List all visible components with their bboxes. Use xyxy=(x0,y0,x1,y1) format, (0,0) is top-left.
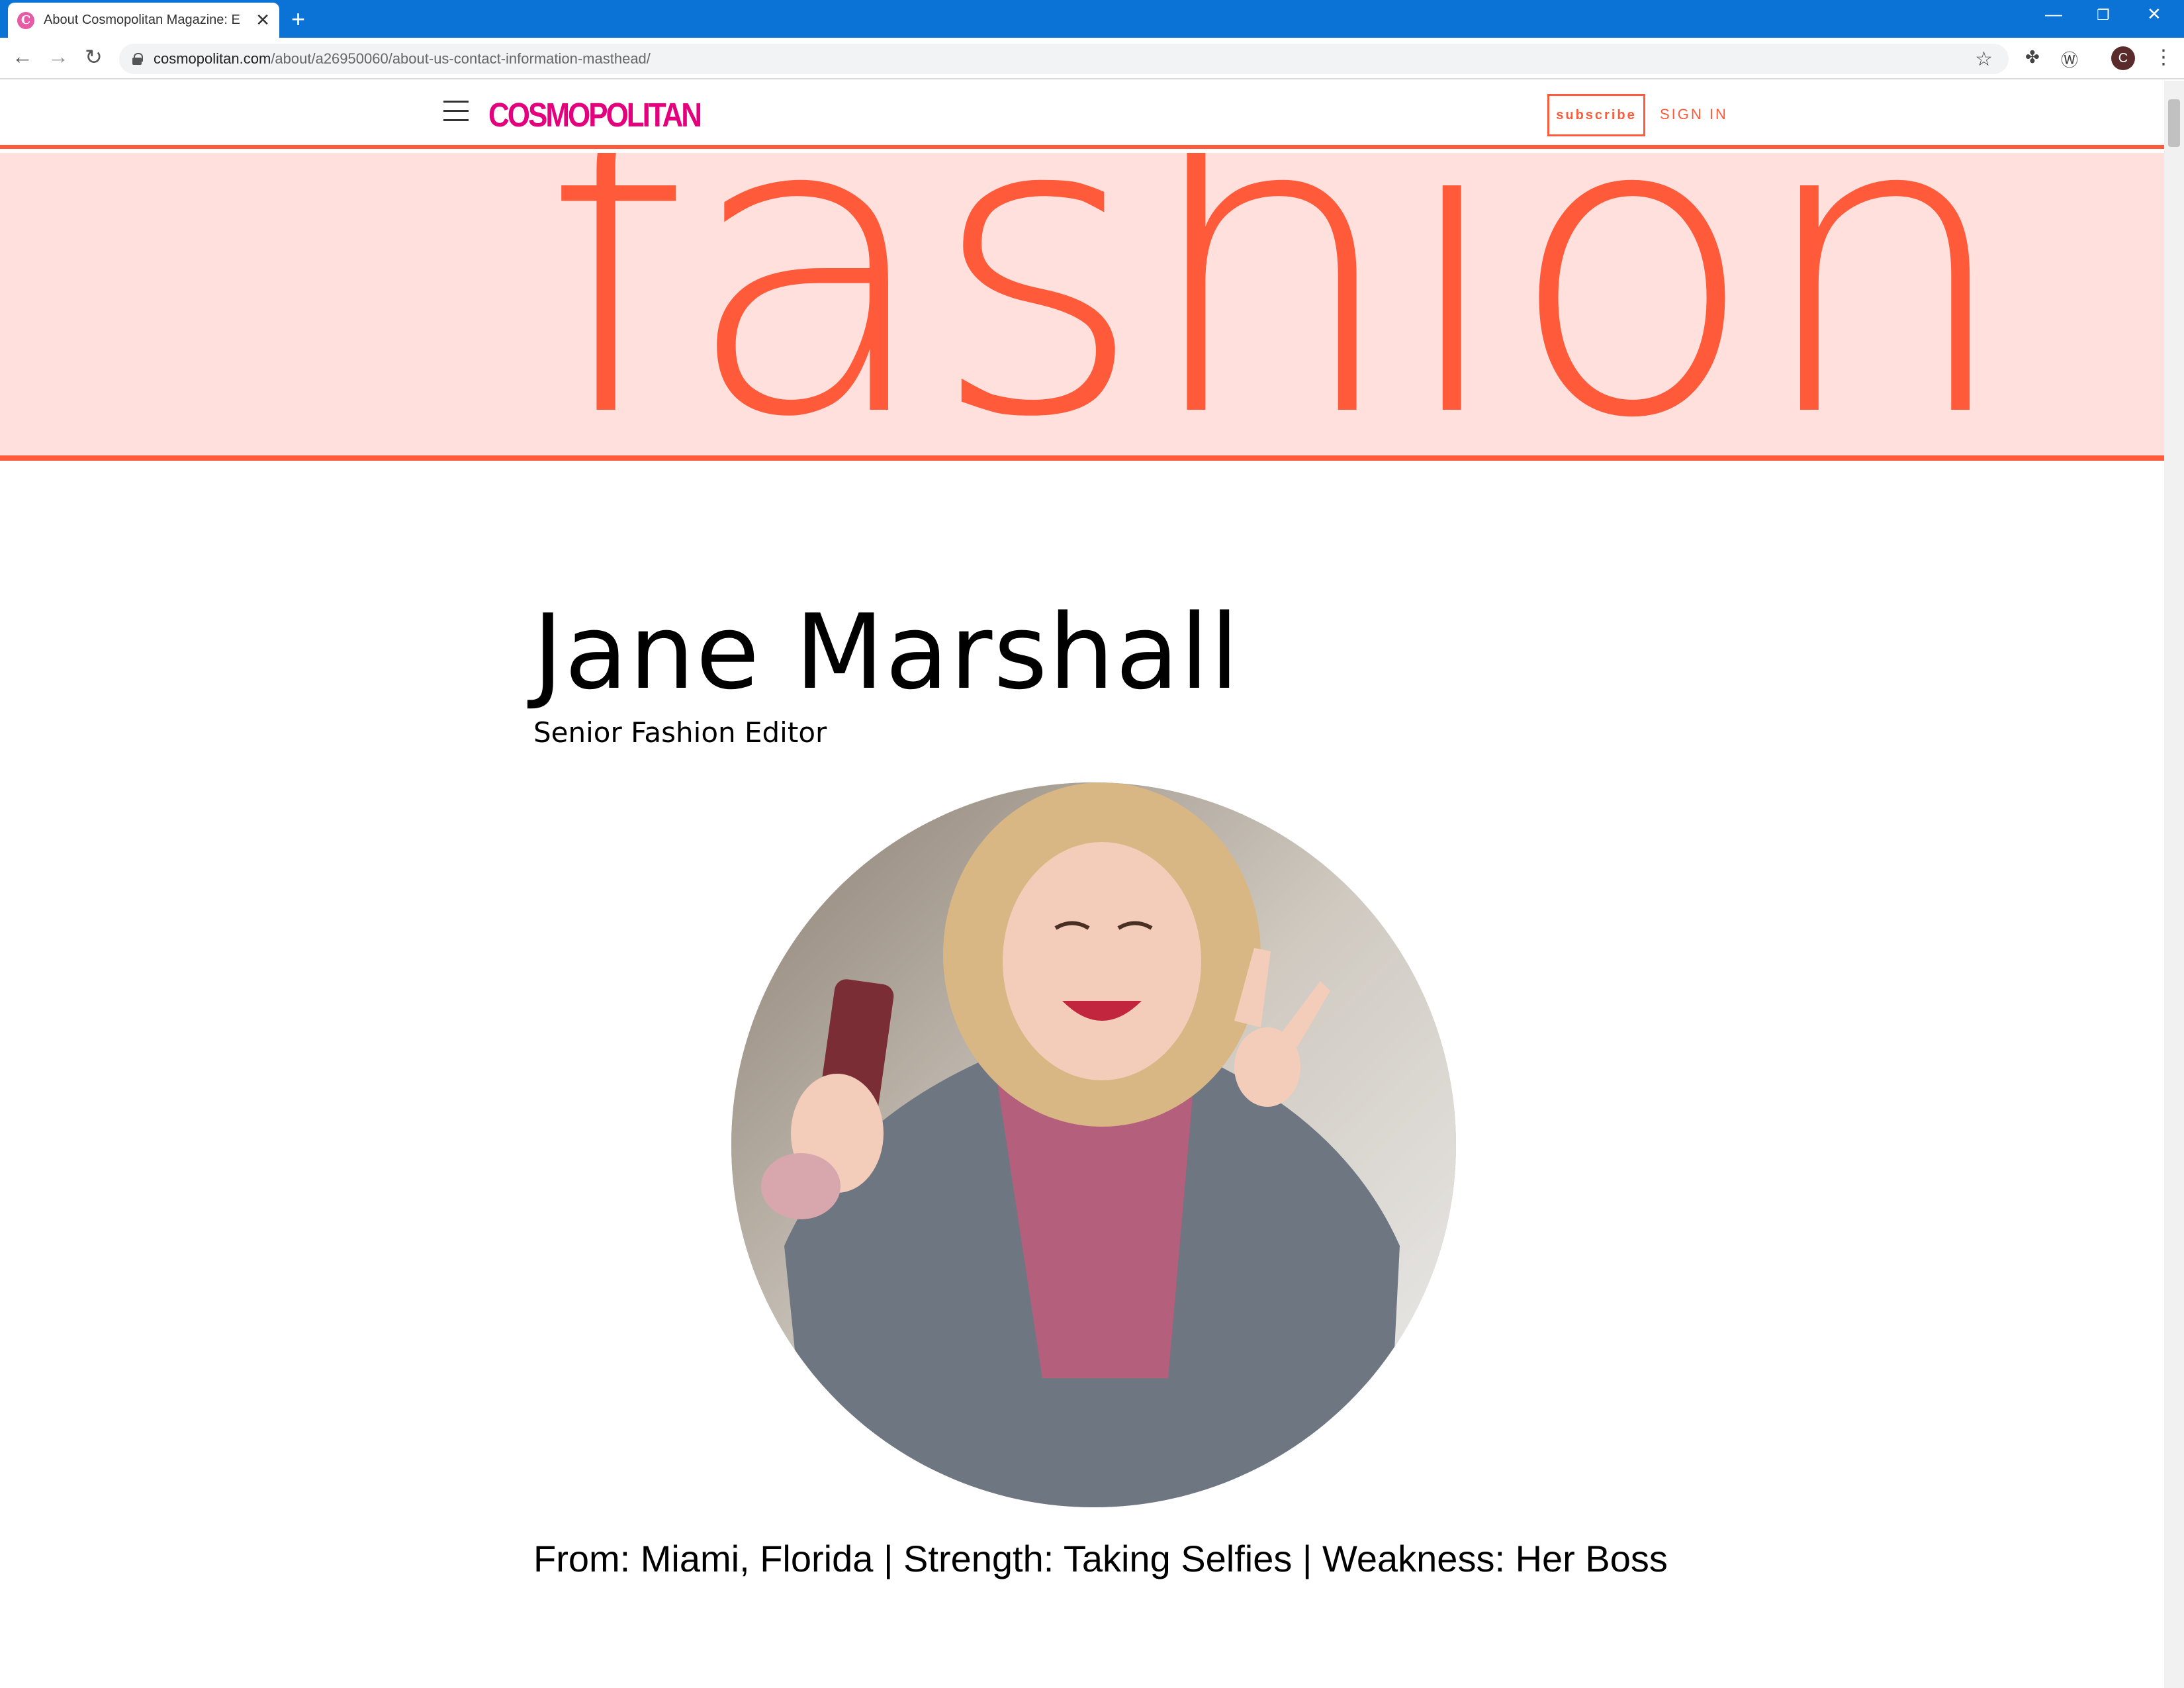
profile-portrait xyxy=(731,782,1456,1507)
scrollbar-thumb[interactable] xyxy=(2168,99,2180,147)
site-header: COSMOPOLITAN subscribe SIGN IN xyxy=(0,81,2164,149)
subscribe-button[interactable]: subscribe xyxy=(1547,94,1645,136)
browser-toolbar: ← → ↻ cosmopolitan.com/about/a26950060/a… xyxy=(0,38,2184,79)
section-banner: fashion xyxy=(0,153,2164,461)
portrait-illustration xyxy=(731,782,1456,1507)
hamburger-menu-icon[interactable] xyxy=(443,101,469,123)
web-page: COSMOPOLITAN subscribe SIGN IN fashion J… xyxy=(0,81,2164,1688)
minimize-icon[interactable]: — xyxy=(2045,4,2062,24)
banner-word: fashion xyxy=(543,153,2014,461)
extension-icon[interactable]: ✤ xyxy=(2025,47,2040,68)
sign-in-link[interactable]: SIGN IN xyxy=(1660,106,1728,123)
cosmopolitan-favicon-icon: C xyxy=(17,11,34,29)
new-tab-icon[interactable]: + xyxy=(291,5,305,33)
back-icon[interactable]: ← xyxy=(12,44,33,69)
url-text[interactable]: cosmopolitan.com/about/a26950060/about-u… xyxy=(154,50,651,68)
close-tab-icon[interactable]: ✕ xyxy=(255,10,270,30)
reload-icon[interactable]: ↻ xyxy=(85,44,103,70)
cosmopolitan-logo[interactable]: COSMOPOLITAN xyxy=(488,97,702,135)
browser-title-bar: C About Cosmopolitan Magazine: E ✕ + — ❐… xyxy=(0,0,2184,38)
profile-role: Senior Fashion Editor xyxy=(533,716,827,749)
profile-name: Jane Marshall xyxy=(533,592,1240,712)
browser-tab[interactable]: C About Cosmopolitan Magazine: E ✕ xyxy=(8,3,279,38)
address-bar[interactable]: cosmopolitan.com/about/a26950060/about-u… xyxy=(119,44,2009,74)
restore-icon[interactable]: ❐ xyxy=(2097,7,2110,24)
tab-title: About Cosmopolitan Magazine: E xyxy=(44,13,240,27)
extension-w-icon[interactable]: Ⓦ xyxy=(2061,47,2078,71)
profile-bio-line: From: Miami, Florida | Strength: Taking … xyxy=(533,1538,1668,1579)
window-close-icon[interactable]: ✕ xyxy=(2147,4,2161,24)
profile-avatar[interactable]: C xyxy=(2111,46,2135,70)
page-scrollbar[interactable] xyxy=(2164,81,2184,1688)
bookmark-star-icon[interactable]: ☆ xyxy=(1975,48,1993,71)
lock-icon xyxy=(132,53,143,65)
browser-menu-icon[interactable]: ⋮ xyxy=(2154,46,2173,69)
forward-icon[interactable]: → xyxy=(48,44,69,69)
